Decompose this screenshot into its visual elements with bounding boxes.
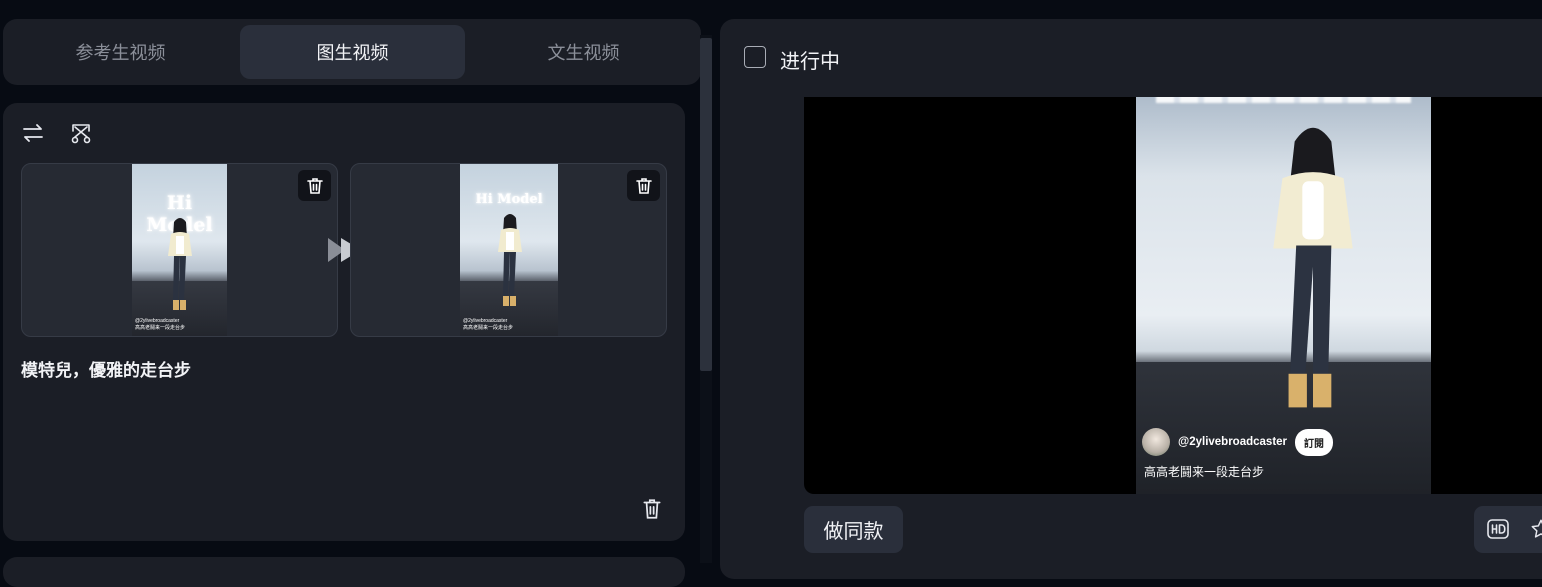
- tab-text-to-video[interactable]: 文生视频: [471, 25, 696, 79]
- model-figure: [1273, 127, 1353, 408]
- swap-arrows-icon[interactable]: [20, 120, 46, 146]
- select-task-checkbox[interactable]: [744, 46, 766, 68]
- frame-caption-text: 高高老鬪来一段走台步: [135, 325, 186, 331]
- mode-tabs: 参考生视频 图生视频 文生视频: [3, 19, 701, 85]
- frame-caption-user: @2ylivebroadcaster: [463, 318, 508, 324]
- model-figure: [498, 214, 522, 306]
- trash-icon: [643, 499, 661, 519]
- trash-icon: [635, 177, 652, 194]
- make-same-button[interactable]: 做同款: [804, 506, 903, 553]
- start-frame-image: Hi Model @2ylivebroadcaster 高高老鬪来一段走台步: [132, 164, 227, 336]
- video-username: @2ylivebroadcaster: [1178, 436, 1288, 448]
- model-figure: [168, 218, 192, 310]
- clear-prompt-button[interactable]: [641, 497, 663, 526]
- tab-image-to-video[interactable]: 图生视频: [240, 25, 465, 79]
- video-frame: @2ylivebroadcaster 訂閱 高高老鬪来一段走台步: [1136, 97, 1431, 494]
- video-caption: 高高老鬪来一段走台步: [1144, 465, 1265, 479]
- follow-badge: 訂閱: [1295, 428, 1334, 456]
- video-actions: [1474, 506, 1542, 553]
- start-frame-slot[interactable]: Hi Model @2ylivebroadcaster 高高老鬪来一段走台步: [21, 163, 338, 337]
- scrollbar-thumb[interactable]: [700, 38, 712, 371]
- delete-end-frame-button[interactable]: [627, 170, 660, 201]
- frame-caption-user: @2ylivebroadcaster: [135, 318, 180, 324]
- video-preview[interactable]: @2ylivebroadcaster 訂閱 高高老鬪来一段走台步: [804, 97, 1542, 494]
- status-label: 进行中: [780, 51, 840, 73]
- remove-cutout-icon[interactable]: [68, 120, 94, 146]
- prompt-text[interactable]: 模特兒，優雅的走台步: [21, 356, 191, 381]
- avatar: [1142, 428, 1170, 456]
- trash-icon: [306, 177, 323, 194]
- delete-start-frame-button[interactable]: [298, 170, 331, 201]
- image-to-video-card: Hi Model @2ylivebroadcaster 高高老鬪来一段走台步: [3, 103, 685, 541]
- neon-sign-text: Hi Model: [475, 192, 543, 207]
- frame-caption-text: 高高老鬪来一段走台步: [463, 325, 514, 331]
- tab-reference-to-video[interactable]: 参考生视频: [8, 25, 233, 79]
- end-frame-slot[interactable]: Hi Model @2ylivebroadcaster 高高老鬪来一段走台步: [350, 163, 667, 337]
- end-frame-image: Hi Model @2ylivebroadcaster 高高老鬪来一段走台步: [460, 164, 558, 336]
- result-panel: 进行中 @2ylivebroadcaster 訂閱 高高老鬪来一段走台步 做同款: [720, 19, 1542, 579]
- hd-icon[interactable]: [1486, 517, 1510, 546]
- next-card-edge: [3, 557, 685, 587]
- star-icon[interactable]: [1530, 518, 1542, 545]
